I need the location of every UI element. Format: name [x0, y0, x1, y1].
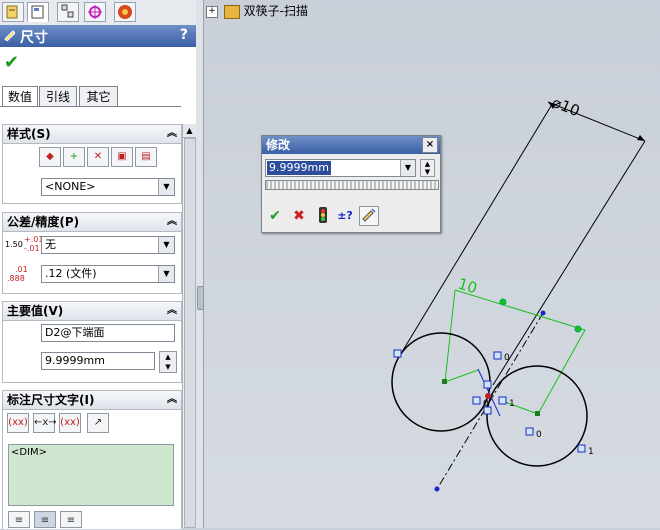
dimension-icon [362, 208, 376, 222]
constraint-marker[interactable] [483, 380, 492, 389]
sketch-drawing: ⌀10 10 0 0 1 0 1 [391, 93, 646, 492]
green-end-point[interactable] [574, 325, 582, 333]
mark-dimension-button[interactable] [359, 206, 379, 226]
green-mid-point[interactable] [499, 298, 507, 306]
relation-label: 1 [588, 447, 594, 457]
modify-dialog-title: 修改 [266, 138, 291, 152]
circle-center-right[interactable] [535, 411, 540, 416]
constraint-marker[interactable] [525, 427, 534, 436]
circle-center-left[interactable] [442, 379, 447, 384]
green-leader [444, 369, 479, 383]
chevron-down-icon[interactable]: ▼ [400, 160, 415, 176]
constraint-marker[interactable] [493, 351, 502, 360]
reverse-sense-button[interactable]: ±? [335, 206, 355, 226]
diameter-dimension-label[interactable]: ⌀10 [550, 93, 583, 120]
modify-value-spinner[interactable]: ▲ ▼ [420, 159, 435, 177]
relation-label: 0 [504, 353, 510, 363]
modify-dialog-title-bar: 修改 × [262, 136, 440, 154]
constraint-marker[interactable] [472, 396, 481, 405]
extension-line-right [492, 140, 646, 386]
constraint-marker[interactable] [577, 444, 586, 453]
close-button[interactable]: × [422, 137, 438, 153]
relation-label: 0 [536, 430, 542, 440]
modify-value-text: 9.9999mm [267, 161, 331, 175]
ok-button[interactable]: ✔ [265, 206, 285, 226]
end-point[interactable] [434, 486, 440, 492]
relation-label: 1 [509, 399, 515, 409]
constraint-marker[interactable] [498, 396, 507, 405]
green-extension-line-left [444, 289, 456, 383]
center-point[interactable] [540, 310, 546, 316]
length-dimension-label[interactable]: 10 [456, 275, 480, 298]
sketch-circle-left[interactable] [391, 332, 491, 432]
rebuild-icon[interactable] [313, 206, 333, 226]
constraint-marker[interactable] [393, 349, 402, 358]
arrow-head [637, 135, 645, 141]
relation-label: 0 [483, 399, 489, 409]
modify-dialog: 修改 × 9.9999mm ▼ ▲ ▼ ✔ ✖ ±? [261, 135, 441, 233]
thumbwheel[interactable] [265, 180, 439, 190]
traffic-light-icon [319, 207, 327, 223]
cancel-button[interactable]: ✖ [289, 206, 309, 226]
modify-value-input[interactable]: 9.9999mm ▼ [265, 159, 416, 177]
